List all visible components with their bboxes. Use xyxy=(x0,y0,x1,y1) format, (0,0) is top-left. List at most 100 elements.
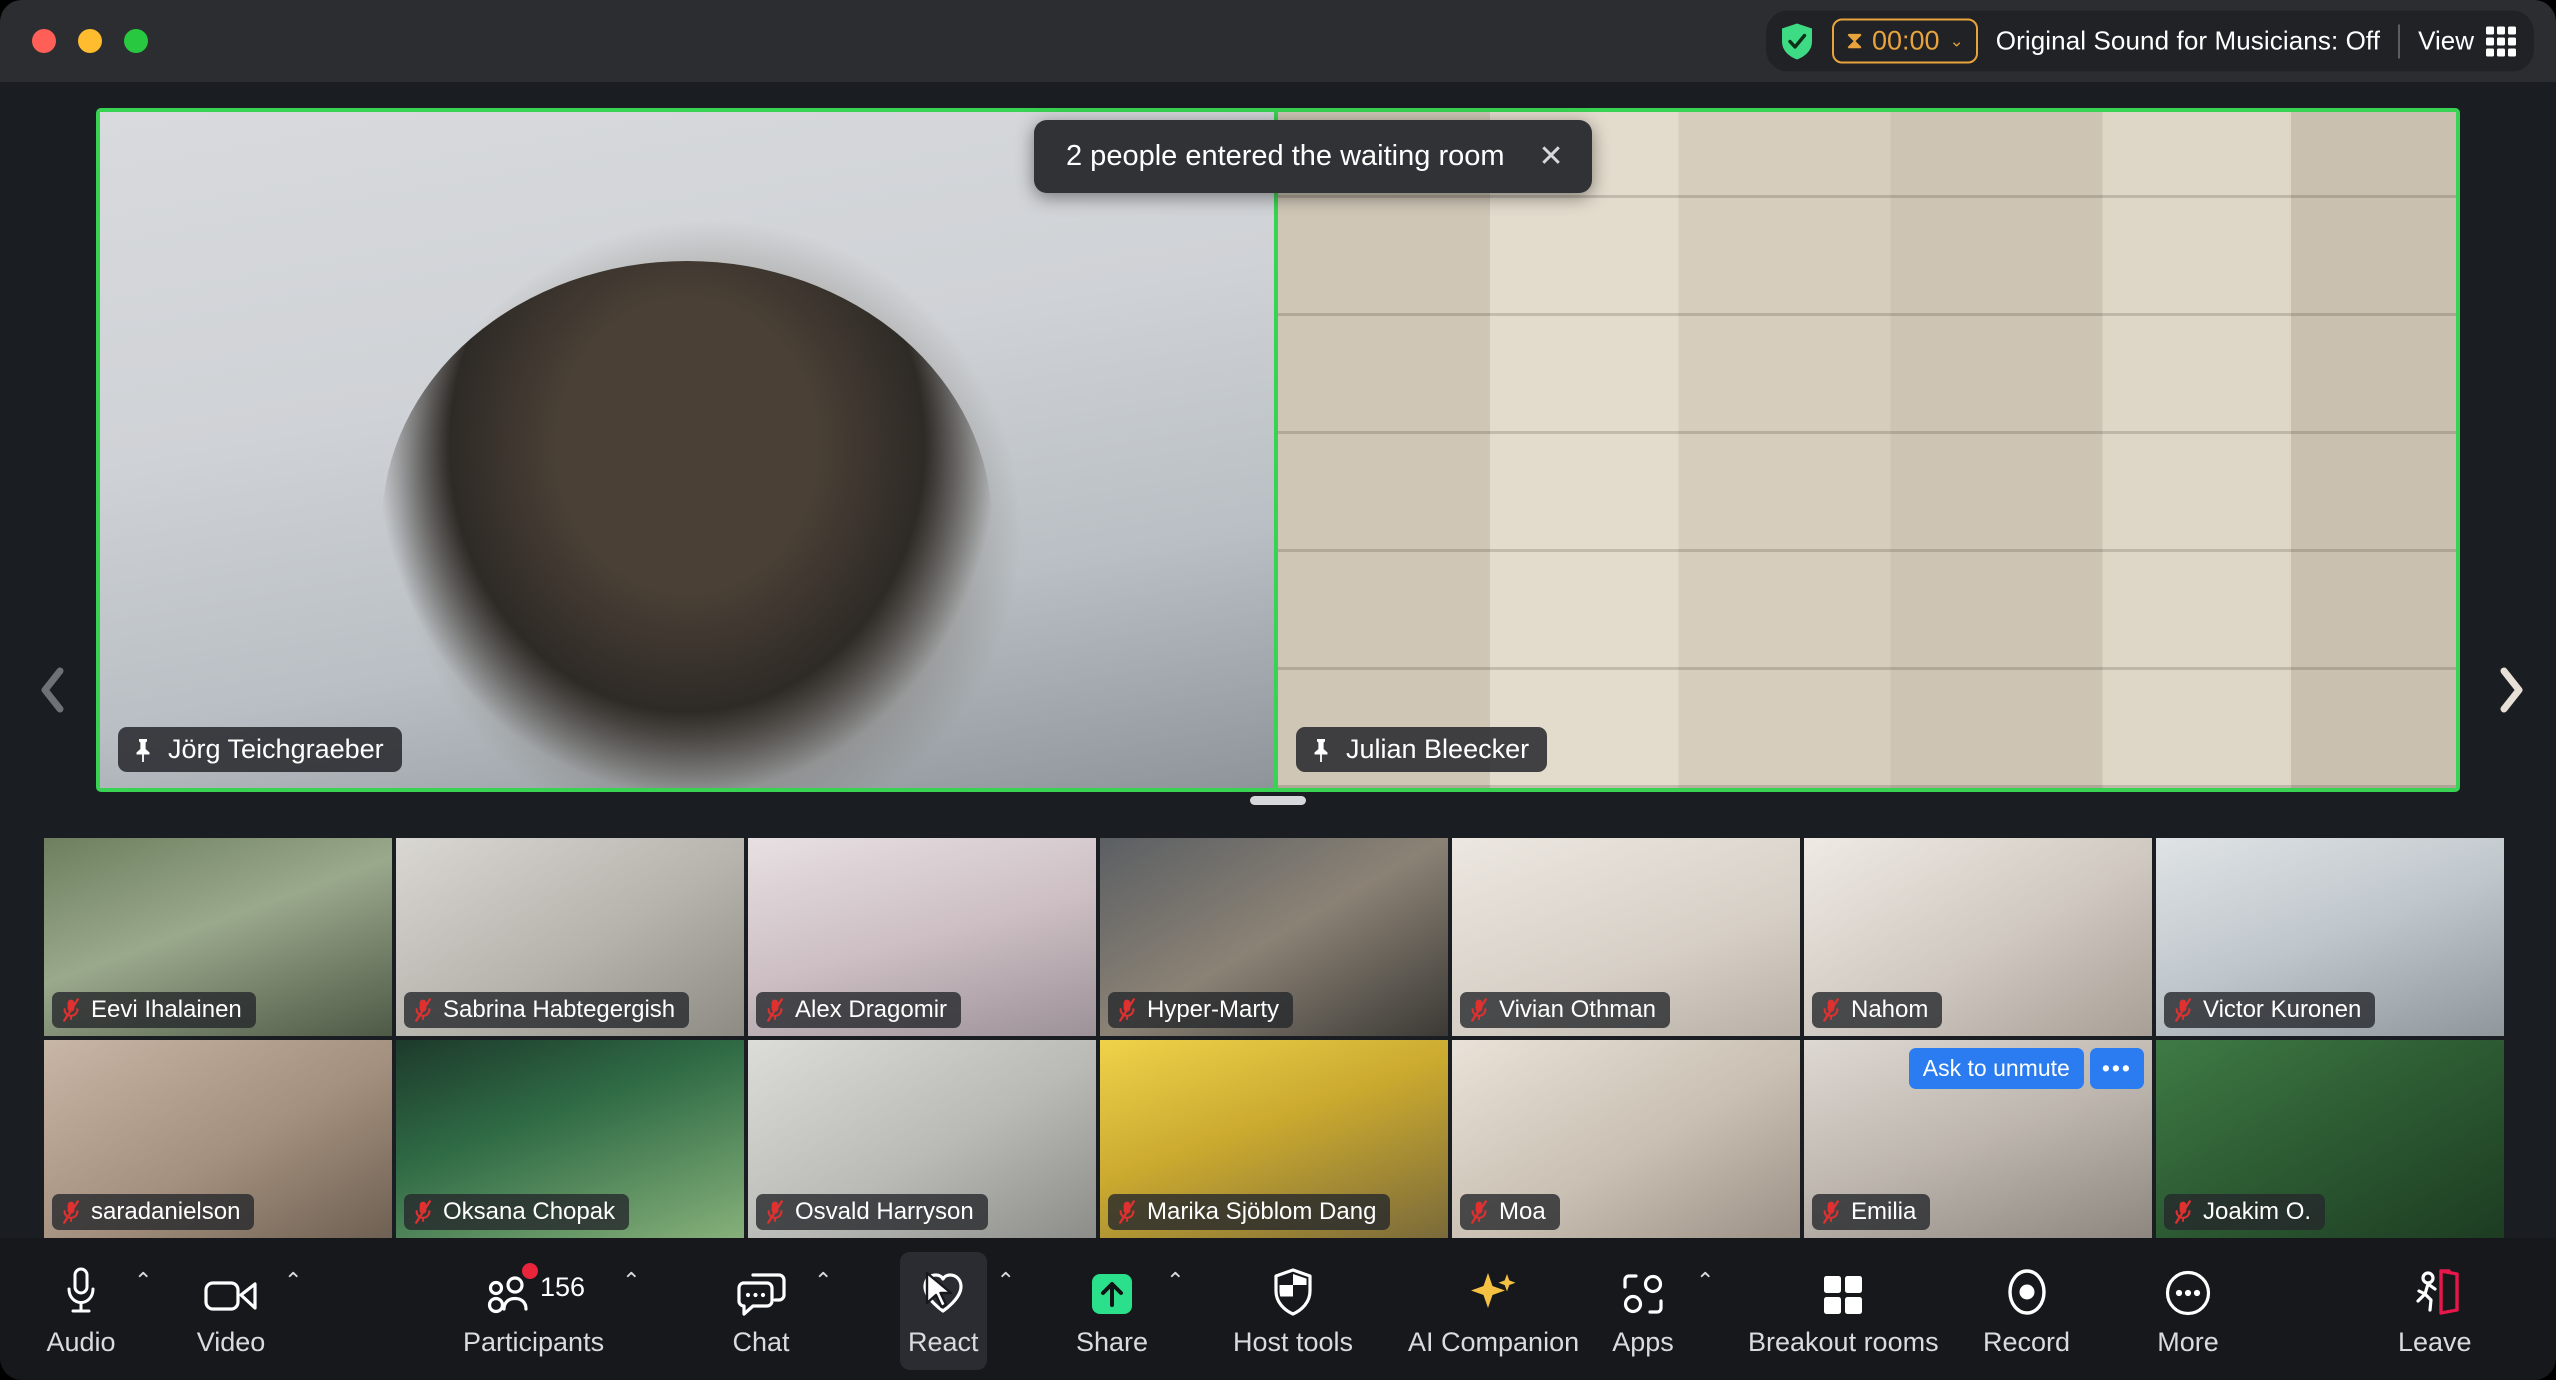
chevron-up-icon[interactable]: ⌃ xyxy=(622,1270,640,1292)
participant-name-chip: Sabrina Habtegergish xyxy=(404,992,690,1028)
participant-thumbnail[interactable]: Eevi Ihalainen xyxy=(44,838,392,1036)
gallery-prev-button[interactable] xyxy=(30,645,74,735)
view-button[interactable]: View xyxy=(2418,26,2516,57)
chevron-up-icon[interactable]: ⌃ xyxy=(284,1270,302,1292)
toolbar-button-label: More xyxy=(2157,1326,2219,1357)
participant-name: Vivian Othman xyxy=(1499,996,1656,1023)
participant-thumbnail[interactable]: Ask to unmute ••• Emilia xyxy=(1804,1040,2152,1238)
participant-thumbnail[interactable]: Sabrina Habtegergish xyxy=(396,838,744,1036)
grid-view-icon xyxy=(2486,26,2516,56)
chevron-left-icon xyxy=(39,667,65,713)
participants-icon xyxy=(482,1262,538,1317)
participant-name-chip: Eevi Ihalainen xyxy=(52,992,256,1028)
microphone-muted-icon xyxy=(1469,998,1489,1022)
toolbar-button-react[interactable]: React xyxy=(900,1252,987,1370)
ask-to-unmute-button[interactable]: Ask to unmute xyxy=(1908,1048,2084,1089)
participant-name: Marika Sjöblom Dang xyxy=(1147,1198,1377,1225)
video-feed xyxy=(1278,112,2456,788)
chevron-up-icon[interactable]: ⌃ xyxy=(1166,1270,1184,1292)
apps-icon xyxy=(1620,1265,1666,1317)
participant-thumbnail[interactable]: Marika Sjöblom Dang xyxy=(1100,1040,1448,1238)
toolbar-button-chat[interactable]: Chat xyxy=(718,1252,804,1370)
pin-icon xyxy=(131,737,155,763)
more-dots-icon xyxy=(2164,1265,2212,1317)
toolbar-button-label: Video xyxy=(196,1326,266,1357)
pin-icon xyxy=(1309,737,1333,763)
minimize-window-button[interactable] xyxy=(78,29,102,53)
microphone-muted-icon xyxy=(1117,1200,1137,1224)
participant-name-chip: Nahom xyxy=(1812,992,1943,1028)
participant-thumbnail[interactable]: Nahom xyxy=(1804,838,2152,1036)
toolbar-button-label: Share xyxy=(1076,1326,1149,1357)
participant-name-chip: Marika Sjöblom Dang xyxy=(1108,1194,1391,1230)
thumbnail-row: Eevi Ihalainen Sabrina Habtegergish Alex… xyxy=(44,838,2512,1036)
participant-name: Moa xyxy=(1499,1198,1546,1225)
chevron-up-icon[interactable]: ⌃ xyxy=(1696,1270,1714,1292)
toolbar-button-video[interactable]: Video xyxy=(188,1252,274,1370)
toolbar-button-record[interactable]: Record xyxy=(1975,1252,2078,1370)
video-camera-icon xyxy=(203,1265,259,1317)
speaker-name-chip: Julian Bleecker xyxy=(1296,727,1548,772)
thumbnail-row: saradanielson Oksana Chopak Osvald Harry… xyxy=(44,1040,2512,1238)
waiting-room-notification: 2 people entered the waiting room ✕ xyxy=(1034,120,1592,193)
notification-dot xyxy=(522,1262,538,1279)
speaker-name: Julian Bleecker xyxy=(1346,734,1530,764)
toolbar-button-audio[interactable]: Audio xyxy=(38,1252,124,1370)
toolbar-button-ai-companion[interactable]: AI Companion xyxy=(1400,1252,1587,1370)
participant-thumbnail[interactable]: Hyper-Marty xyxy=(1100,838,1448,1036)
participant-name: Sabrina Habtegergish xyxy=(443,996,676,1023)
chevron-up-icon[interactable]: ⌃ xyxy=(134,1270,152,1292)
participant-thumbnail[interactable]: Moa xyxy=(1452,1040,1800,1238)
toolbar-button-label: Breakout rooms xyxy=(1748,1326,1939,1357)
speaker-name-chip: Jörg Teichgraeber xyxy=(118,727,402,772)
participant-thumbnail[interactable]: Alex Dragomir xyxy=(748,838,1096,1036)
participant-name-chip: Alex Dragomir xyxy=(756,992,962,1028)
toolbar-button-participants[interactable]: 156 Participants xyxy=(455,1252,612,1370)
participant-name-chip: Oksana Chopak xyxy=(404,1194,630,1230)
participant-name-chip: Emilia xyxy=(1812,1194,1931,1230)
toolbar-button-breakout-rooms[interactable]: Breakout rooms xyxy=(1740,1252,1947,1370)
ai-sparkle-icon xyxy=(1469,1265,1519,1317)
participant-thumbnail[interactable]: Vivian Othman xyxy=(1452,838,1800,1036)
chevron-right-icon xyxy=(2499,667,2525,713)
participant-thumbnail[interactable]: Victor Kuronen xyxy=(2156,838,2504,1036)
microphone-icon xyxy=(59,1265,103,1317)
notification-message: 2 people entered the waiting room xyxy=(1066,140,1505,172)
participant-thumbnail[interactable]: saradanielson xyxy=(44,1040,392,1238)
unmute-controls: Ask to unmute ••• xyxy=(1908,1048,2144,1089)
toolbar-button-share[interactable]: Share xyxy=(1068,1252,1156,1370)
participant-name: Osvald Harryson xyxy=(795,1198,974,1225)
meeting-timer-button[interactable]: ⧗ 00:00 ⌄ xyxy=(1832,18,1978,64)
toolbar-button-leave[interactable]: Leave xyxy=(2390,1252,2480,1370)
participant-thumbnail[interactable]: Osvald Harryson xyxy=(748,1040,1096,1238)
speaker-tile-secondary[interactable]: Julian Bleecker xyxy=(1278,108,2460,792)
toolbar-button-more[interactable]: More xyxy=(2145,1252,2231,1370)
participant-thumbnail[interactable]: Joakim O. xyxy=(2156,1040,2504,1238)
shield-check-icon[interactable] xyxy=(1780,22,1814,60)
speaker-tile-primary[interactable]: Jörg Teichgraeber xyxy=(96,108,1278,792)
share-screen-icon xyxy=(1089,1265,1135,1317)
breakout-rooms-icon xyxy=(1821,1265,1865,1317)
maximize-window-button[interactable] xyxy=(124,29,148,53)
shield-host-icon xyxy=(1272,1265,1314,1317)
participant-name-chip: saradanielson xyxy=(52,1194,255,1230)
participant-thumbnail[interactable]: Oksana Chopak xyxy=(396,1040,744,1238)
close-window-button[interactable] xyxy=(32,29,56,53)
chevron-up-icon[interactable]: ⌃ xyxy=(814,1270,832,1292)
stage-resize-handle[interactable] xyxy=(1250,796,1306,805)
participant-name: Victor Kuronen xyxy=(2203,996,2362,1023)
close-icon[interactable]: ✕ xyxy=(1539,141,1564,172)
toolbar-button-label: Chat xyxy=(732,1326,790,1357)
toolbar-button-label: Apps xyxy=(1612,1326,1674,1357)
toolbar-button-apps[interactable]: Apps xyxy=(1600,1252,1686,1370)
more-options-button[interactable]: ••• xyxy=(2089,1048,2144,1089)
gallery-next-button[interactable] xyxy=(2490,645,2534,735)
meeting-control-toolbar: Audio ⌃ Video ⌃ 156 Participants ⌃ Chat ⌃ Rea… xyxy=(0,1238,2556,1380)
toolbar-button-host-tools[interactable]: Host tools xyxy=(1225,1252,1361,1370)
original-sound-status[interactable]: Original Sound for Musicians: Off xyxy=(1996,26,2380,57)
toolbar-button-label: AI Companion xyxy=(1408,1326,1580,1357)
participant-name: Nahom xyxy=(1851,996,1929,1023)
chevron-up-icon[interactable]: ⌃ xyxy=(997,1270,1015,1292)
microphone-muted-icon xyxy=(61,998,81,1022)
microphone-muted-icon xyxy=(1469,1200,1489,1224)
